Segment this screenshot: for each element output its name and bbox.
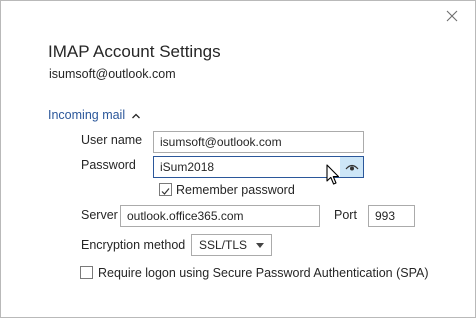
spa-label: Require logon using Secure Password Auth… (98, 266, 429, 280)
server-field[interactable]: outlook.office365.com (120, 205, 320, 227)
checkmark-icon (161, 188, 170, 195)
account-email: isumsoft@outlook.com (49, 67, 176, 81)
imap-settings-dialog: IMAP Account Settings isumsoft@outlook.c… (0, 0, 476, 318)
password-value: iSum2018 (160, 160, 215, 174)
password-label: Password (81, 158, 136, 172)
encryption-label: Encryption method (81, 238, 186, 252)
username-field[interactable]: isumsoft@outlook.com (153, 131, 364, 153)
eye-icon (345, 164, 359, 170)
remember-password-checkbox[interactable] (159, 183, 172, 196)
remember-password-label: Remember password (176, 183, 295, 197)
incoming-mail-toggle[interactable]: Incoming mail (48, 108, 141, 122)
section-label: Incoming mail (48, 108, 126, 122)
server-value: outlook.office365.com (127, 209, 244, 223)
username-value: isumsoft@outlook.com (160, 135, 282, 149)
username-label: User name (81, 133, 143, 147)
dropdown-arrow-icon (256, 243, 264, 248)
server-label: Server (81, 208, 118, 222)
encryption-dropdown[interactable]: SSL/TLS (191, 234, 272, 256)
chevron-up-icon (132, 113, 141, 118)
show-password-button[interactable] (340, 157, 363, 177)
spa-checkbox[interactable] (80, 266, 93, 279)
port-value: 993 (375, 209, 396, 223)
encryption-value: SSL/TLS (199, 238, 248, 252)
dialog-title: IMAP Account Settings (48, 42, 221, 61)
port-field[interactable]: 993 (368, 205, 415, 227)
mouse-cursor-icon (326, 164, 340, 185)
close-icon[interactable] (444, 8, 460, 24)
port-label: Port (334, 208, 357, 222)
